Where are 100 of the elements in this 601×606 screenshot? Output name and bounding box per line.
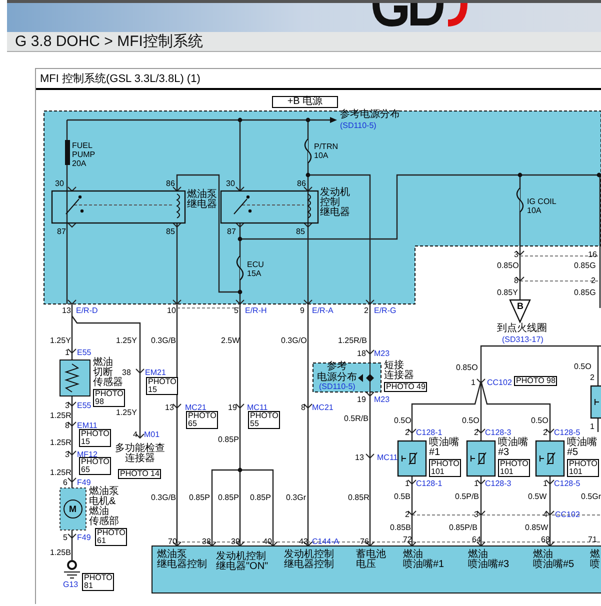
- wire-spec: 0.85R: [348, 494, 370, 502]
- reference-code: (SD313-17): [502, 336, 544, 344]
- motor-letter: M: [69, 505, 76, 514]
- connector-code: E55: [77, 402, 92, 410]
- pin-number: 16: [588, 251, 597, 259]
- connector-code: F49: [77, 534, 91, 542]
- component-label: FUEL PUMP 20A: [72, 141, 96, 168]
- pin-number: 68: [541, 536, 550, 544]
- component-label: 切断: [93, 368, 113, 378]
- pin-number: 1: [405, 480, 410, 488]
- wire-spec: 1.25R: [50, 412, 72, 420]
- pin-number: 86: [166, 180, 175, 188]
- connector-code: MF12: [77, 451, 98, 459]
- pin-number: 13: [62, 307, 71, 315]
- component-label: 继电器: [320, 208, 350, 218]
- pin-number: 2: [591, 277, 596, 285]
- pin-number: 2: [474, 429, 478, 437]
- pin-number: 2: [405, 429, 410, 437]
- component-label: 燃油泵: [187, 190, 217, 200]
- wire-spec: 1.25R/B: [338, 337, 367, 345]
- breadcrumb: G 3.8 DOHC > MFI控制系统: [7, 32, 601, 52]
- wire-spec: 2.5W: [221, 337, 240, 345]
- wire-spec: 1.25Y: [116, 337, 137, 345]
- pin-number: 71: [588, 536, 597, 544]
- component-label: 多功能检查: [115, 444, 165, 454]
- wire-spec: 0.85P: [218, 436, 239, 444]
- component-label: 燃油泵: [89, 487, 119, 497]
- pin-number: 2: [405, 511, 410, 519]
- component-label: IG COIL 10A: [527, 197, 556, 215]
- wire-spec: 1.25R: [50, 439, 72, 447]
- component-label: ECU 15A: [247, 260, 264, 278]
- connector-code: F49: [77, 479, 91, 487]
- pin-number: 3: [474, 511, 478, 519]
- wire-spec: 1.25Y: [50, 337, 71, 345]
- connector-code: CC102: [555, 511, 580, 519]
- photo-reference-tag: PHOTO 14: [118, 469, 162, 479]
- wire-spec: 0.3Gr: [286, 494, 306, 502]
- wire-spec: 0.3G/O: [281, 337, 307, 345]
- wire-spec: 0.85P: [218, 494, 239, 502]
- pin-number: 6: [63, 479, 68, 487]
- component-label: #1: [429, 448, 440, 458]
- pin-number: 86: [297, 180, 306, 188]
- pin-number: 2: [364, 307, 368, 315]
- component-label: 发动机控制: [216, 552, 266, 562]
- pin-number: 85: [296, 228, 305, 236]
- component-label: 喷油嘴: [567, 438, 597, 448]
- wire-spec: 0.5W: [528, 493, 547, 501]
- component-label: 继电器控制: [157, 560, 207, 570]
- component-label: 继电器控制: [284, 560, 334, 570]
- pin-number: 13: [165, 404, 174, 412]
- component-label: 蓄电池: [356, 550, 386, 560]
- component-label: 喷油嘴#3: [468, 560, 510, 570]
- component-label: 参考: [327, 362, 347, 372]
- component-label: 喷油嘴#5: [533, 560, 574, 570]
- component-label: 到点火线圈: [497, 324, 547, 334]
- pin-number: 19: [228, 404, 237, 412]
- photo-reference-tag: PHOTO 98: [93, 389, 126, 407]
- pin-number: 85: [166, 228, 175, 236]
- component-label: #3: [498, 448, 510, 458]
- pin-number: 8: [65, 422, 70, 430]
- pin-number: 4: [543, 511, 548, 519]
- connector-code: M23: [374, 350, 390, 358]
- component-label: 燃油: [533, 550, 553, 560]
- wire-spec: 0.5O: [394, 417, 412, 425]
- connector-code: E55: [77, 349, 92, 357]
- pin-number: 13: [355, 454, 364, 462]
- connector-code: M01: [144, 431, 160, 439]
- pin-number: 8: [301, 404, 306, 412]
- pin-number: 3: [65, 451, 70, 459]
- component-label: 燃油泵: [157, 550, 187, 560]
- pin-number: 5: [234, 307, 238, 315]
- wire-spec: 0.85P: [189, 494, 210, 502]
- pin-number: 30: [226, 180, 235, 188]
- component-label: 继电器"ON": [216, 562, 268, 572]
- connector-code: C128-3: [485, 429, 512, 437]
- component-label: 发动机控制: [284, 550, 334, 560]
- connector-code: E/R-A: [312, 307, 334, 315]
- photo-reference-tag: PHOTO 55: [248, 411, 280, 429]
- wire-spec: 0.85W: [525, 524, 548, 532]
- pin-number: 19: [357, 396, 366, 404]
- pin-number: 2: [590, 374, 594, 382]
- component-label: 电压: [356, 560, 376, 570]
- connector-letter: B: [517, 302, 524, 311]
- wire-spec: 0.5O: [574, 363, 592, 371]
- wire-spec: 0.85G: [574, 262, 596, 270]
- component-label: #5: [567, 448, 578, 458]
- connector-code: C128-1: [416, 480, 442, 488]
- component-label: 短接: [384, 361, 404, 371]
- photo-reference-tag: PHOTO 15: [146, 377, 178, 395]
- pin-number: 1: [590, 423, 594, 431]
- component-label: 继电器: [187, 200, 217, 210]
- wire-spec: 0.5B: [394, 493, 410, 501]
- wire-spec: 0.85O: [497, 262, 519, 270]
- photo-reference-tag: PHOTO 65: [79, 457, 112, 475]
- photo-reference-tag: PHOTO 101: [429, 459, 462, 477]
- connector-code: C128-5: [554, 480, 580, 488]
- reference-code: (SD110-5): [340, 122, 376, 130]
- component-label: 喷: [590, 560, 600, 570]
- component-label: 传感器: [93, 378, 123, 388]
- pin-number: 3: [514, 251, 518, 259]
